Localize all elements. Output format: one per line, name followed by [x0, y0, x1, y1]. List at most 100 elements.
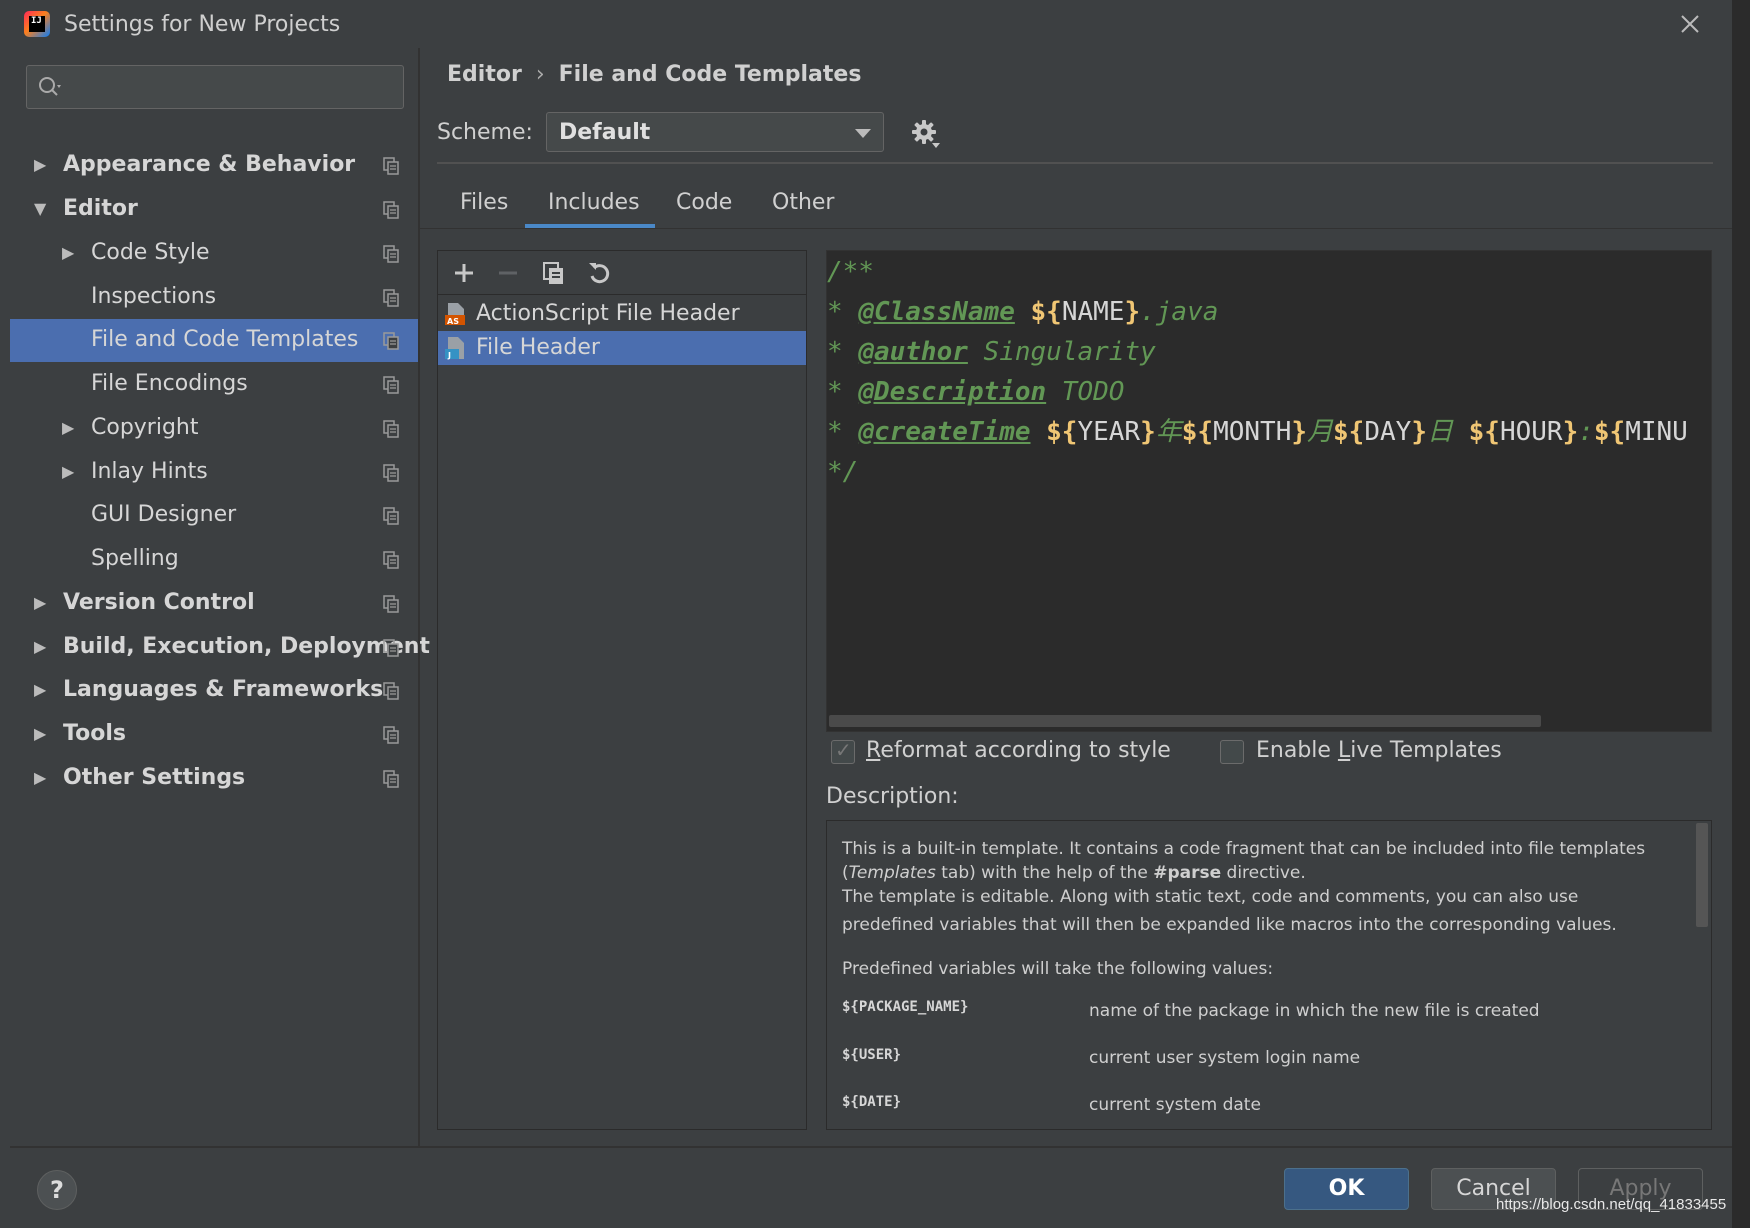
project-settings-icon — [383, 157, 399, 175]
tree-item-label: Copyright — [91, 415, 199, 440]
actionscript-file-icon: AS — [445, 303, 465, 326]
tree-item[interactable]: ▶ Version Control — [10, 582, 418, 625]
scheme-label: Scheme: — [437, 120, 533, 145]
tree-item[interactable]: ▶ Copyright — [10, 407, 418, 450]
collapsed-arrow-icon[interactable]: ▶ — [34, 594, 50, 612]
project-settings-icon — [383, 639, 399, 657]
template-list-panel: AS ActionScript File Header J File Heade… — [437, 250, 807, 1130]
tab-code[interactable]: Code — [676, 190, 732, 215]
tree-item[interactable]: Inspections — [10, 276, 418, 319]
divider — [10, 1146, 1732, 1148]
description-text: predefined variables that will then be e… — [842, 915, 1617, 935]
gear-icon[interactable] — [910, 118, 942, 150]
live-templates-checkbox[interactable] — [1220, 740, 1244, 764]
project-settings-icon — [383, 682, 399, 700]
code-line: */ — [827, 457, 859, 487]
list-toolbar — [438, 251, 806, 295]
code-line: * @createTime ${YEAR}年${MONTH}月${DAY}日 $… — [827, 417, 1688, 447]
collapsed-arrow-icon[interactable]: ▶ — [34, 156, 50, 174]
vertical-scrollbar[interactable] — [1696, 823, 1708, 927]
panel-divider — [418, 48, 420, 1148]
collapsed-arrow-icon[interactable]: ▶ — [34, 725, 50, 743]
remove-icon[interactable] — [494, 259, 522, 287]
tree-item[interactable]: File Encodings — [10, 363, 418, 406]
horizontal-scrollbar[interactable] — [829, 715, 1541, 727]
variable-description: name of the package in which the new fil… — [1089, 1001, 1540, 1021]
tree-item-label: Build, Execution, Deployment — [63, 634, 430, 659]
variable-description: current user system login name — [1089, 1048, 1361, 1068]
title-bar: IJ Settings for New Projects — [0, 0, 1732, 48]
template-list-item-selected[interactable]: J File Header — [438, 331, 806, 365]
template-list-item[interactable]: AS ActionScript File Header — [438, 297, 806, 331]
project-settings-icon — [383, 726, 399, 744]
tab-other[interactable]: Other — [772, 190, 834, 215]
project-settings-icon — [383, 376, 399, 394]
variable-name: ${PACKAGE_NAME} — [842, 999, 969, 1015]
search-input[interactable] — [26, 65, 404, 109]
tree-item[interactable]: ▶ Appearance & Behavior — [10, 144, 418, 187]
tree-item[interactable]: ▶ Build, Execution, Deployment — [10, 626, 430, 669]
tree-item-label: Version Control — [63, 590, 255, 615]
description-text: This is a built-in template. It contains… — [842, 839, 1646, 859]
tree-item[interactable]: ▼ Editor — [10, 188, 418, 231]
breadcrumb-parent[interactable]: Editor — [447, 62, 522, 87]
background-window-edge — [1732, 0, 1750, 1228]
intellij-idea-icon: IJ — [24, 11, 50, 37]
tree-item-label: Editor — [63, 196, 138, 221]
collapsed-arrow-icon[interactable]: ▶ — [34, 769, 50, 787]
project-settings-icon — [383, 507, 399, 525]
help-button[interactable]: ? — [37, 1170, 77, 1210]
tree-item[interactable]: ▶ Other Settings — [10, 757, 418, 800]
tree-item-label: Tools — [63, 721, 126, 746]
description-panel: This is a built-in template. It contains… — [826, 820, 1712, 1130]
tree-item-label: Inspections — [91, 284, 217, 309]
variable-description: current system date — [1089, 1095, 1261, 1115]
collapsed-arrow-icon[interactable]: ▶ — [62, 244, 78, 262]
collapsed-arrow-icon[interactable]: ▶ — [34, 638, 50, 656]
tree-item[interactable]: Spelling — [10, 538, 418, 581]
reformat-label: Reformat according to style — [866, 738, 1171, 763]
template-editor[interactable]: /** * @ClassName ${NAME}.java * @author … — [826, 250, 1712, 732]
project-settings-icon — [383, 420, 399, 438]
tree-item[interactable]: ▶ Tools — [10, 713, 418, 756]
tree-item-label: File Encodings — [91, 371, 248, 396]
tree-item-label: Languages & Frameworks — [63, 677, 384, 702]
svg-text:J: J — [447, 351, 451, 360]
collapsed-arrow-icon[interactable]: ▶ — [62, 419, 78, 437]
scheme-dropdown[interactable]: Default — [546, 112, 884, 152]
description-label: Description: — [826, 784, 959, 809]
tree-item[interactable]: ▶ Code Style — [10, 232, 418, 275]
breadcrumb-current: File and Code Templates — [558, 62, 862, 87]
settings-tree-panel: ▶ Appearance & Behavior ▼ Editor ▶ Code Style… — [10, 48, 430, 1148]
reset-icon[interactable] — [586, 259, 614, 287]
collapsed-arrow-icon[interactable]: ▶ — [34, 681, 50, 699]
tree-item[interactable]: File and Code Templates — [10, 319, 418, 362]
close-icon[interactable] — [1676, 10, 1704, 38]
tree-item[interactable]: GUI Designer — [10, 494, 418, 537]
code-line: * @ClassName ${NAME}.java — [827, 297, 1219, 327]
svg-text:AS: AS — [447, 317, 459, 326]
template-name: File Header — [476, 335, 600, 360]
copy-icon[interactable] — [540, 259, 568, 287]
add-icon[interactable] — [450, 259, 478, 287]
project-settings-icon — [383, 245, 399, 263]
project-settings-icon — [383, 201, 399, 219]
search-icon — [39, 77, 61, 96]
ok-button[interactable]: OK — [1284, 1168, 1409, 1210]
collapsed-arrow-icon[interactable]: ▶ — [62, 463, 78, 481]
expanded-arrow-icon[interactable]: ▼ — [34, 200, 50, 218]
tree-item-label: File and Code Templates — [91, 327, 359, 352]
project-settings-icon — [383, 289, 399, 307]
tab-files[interactable]: Files — [460, 190, 508, 215]
chevron-right-icon: › — [535, 62, 545, 87]
breadcrumb: Editor › File and Code Templates — [447, 62, 861, 87]
tree-item-label: GUI Designer — [91, 502, 237, 527]
reformat-checkbox[interactable] — [831, 738, 855, 764]
tree-item-label: Appearance & Behavior — [63, 152, 356, 177]
java-file-icon: J — [445, 337, 464, 360]
tab-includes[interactable]: Includes — [548, 190, 640, 215]
tree-item[interactable]: ▶ Languages & Frameworks — [10, 669, 418, 712]
tree-item-label: Code Style — [91, 240, 210, 265]
tree-item-label: Other Settings — [63, 765, 246, 790]
tree-item[interactable]: ▶ Inlay Hints — [10, 451, 418, 494]
